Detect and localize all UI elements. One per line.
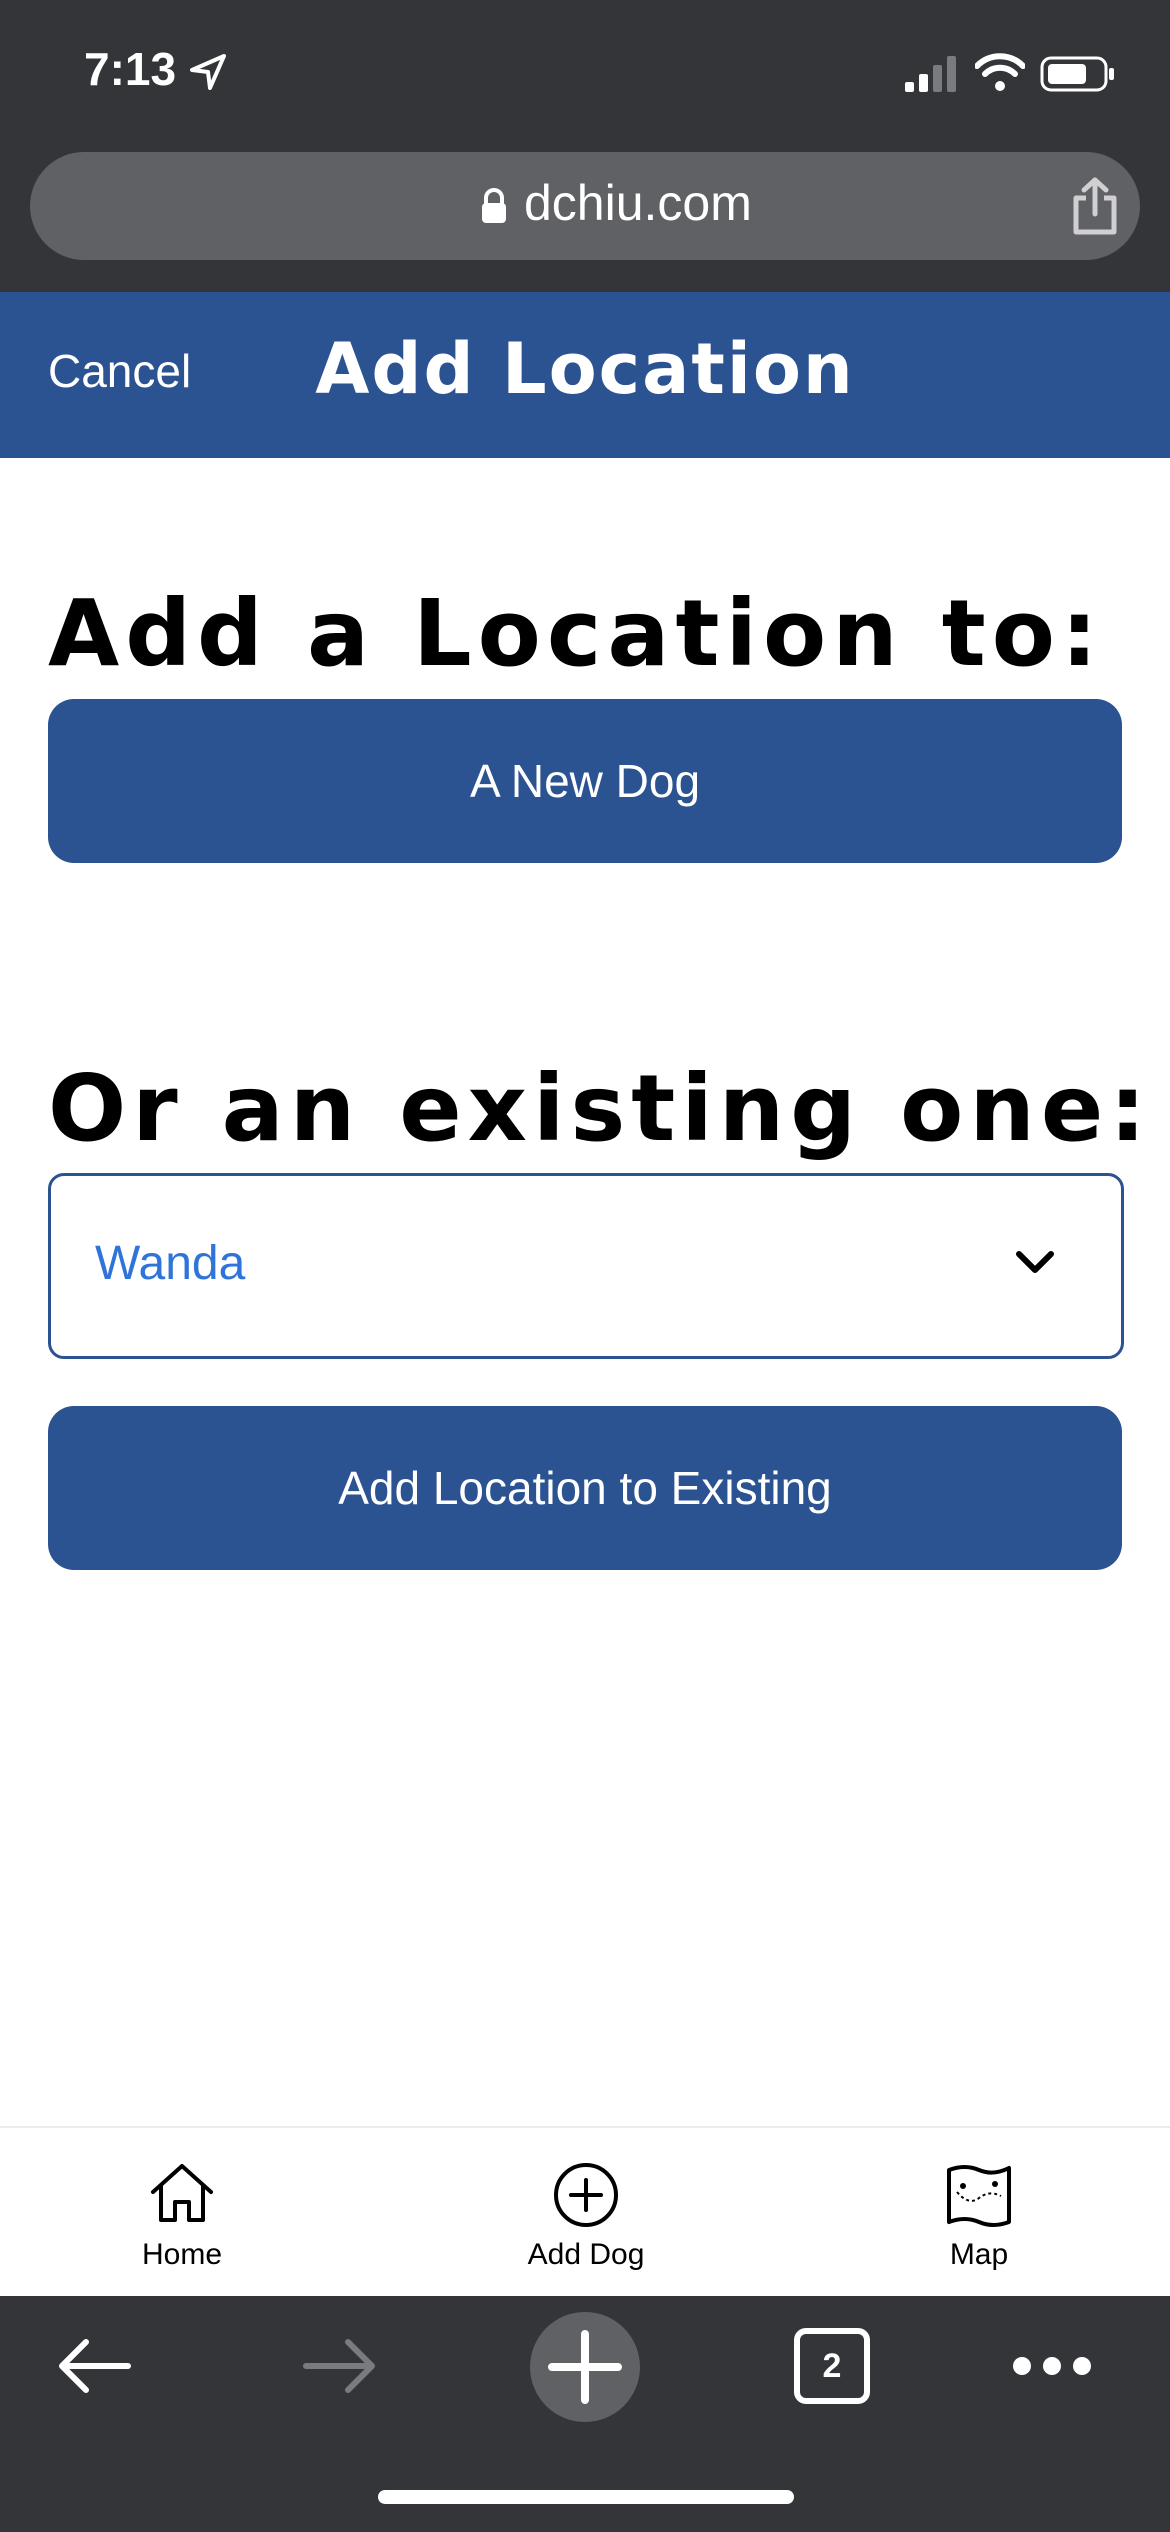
page-title: Add Location <box>315 328 855 410</box>
cellular-signal-icon <box>905 56 959 97</box>
add-location-to-existing-button[interactable]: Add Location to Existing <box>48 1406 1122 1570</box>
new-tab-plus-icon[interactable] <box>530 2312 640 2422</box>
location-arrow-icon <box>188 52 228 97</box>
wifi-icon <box>974 52 1026 97</box>
add-location-heading: Add a Location to: <box>48 580 1104 687</box>
selected-dog-value: Wanda <box>95 1237 246 1290</box>
share-icon[interactable] <box>1070 176 1120 241</box>
map-icon <box>849 2162 1109 2233</box>
back-arrow-icon[interactable] <box>54 2336 134 2401</box>
app-header: Cancel Add Location <box>0 292 1170 458</box>
new-dog-button[interactable]: A New Dog <box>48 699 1122 863</box>
tab-label-map: Map <box>949 2238 1009 2271</box>
more-icon[interactable] <box>1010 2354 1094 2383</box>
tab-add-dog[interactable]: Add Dog <box>456 2128 716 2298</box>
chevron-down-icon <box>1015 1250 1055 1281</box>
tab-bar: Home Add Dog Map <box>0 2126 1170 2298</box>
existing-heading: Or an existing one: <box>48 1055 1153 1162</box>
forward-arrow-icon[interactable] <box>300 2336 380 2401</box>
plus-circle-icon <box>456 2162 716 2233</box>
tabs-button[interactable]: 2 <box>794 2328 870 2404</box>
url-text: dchiu.com <box>524 175 752 231</box>
lock-icon <box>480 188 508 229</box>
home-indicator <box>378 2490 794 2504</box>
address-bar[interactable]: dchiu.com <box>30 152 1140 260</box>
tab-label-add-dog: Add Dog <box>527 2238 645 2271</box>
existing-dog-select[interactable]: Wanda <box>48 1173 1124 1359</box>
browser-top-chrome: 7:13 dchiu.com <box>0 0 1170 292</box>
home-icon <box>52 2162 312 2229</box>
battery-icon <box>1040 56 1116 97</box>
tab-map[interactable]: Map <box>849 2128 1109 2298</box>
status-time: 7:13 <box>84 43 177 95</box>
tab-label-home: Home <box>141 2238 223 2271</box>
tab-home[interactable]: Home <box>52 2128 312 2298</box>
